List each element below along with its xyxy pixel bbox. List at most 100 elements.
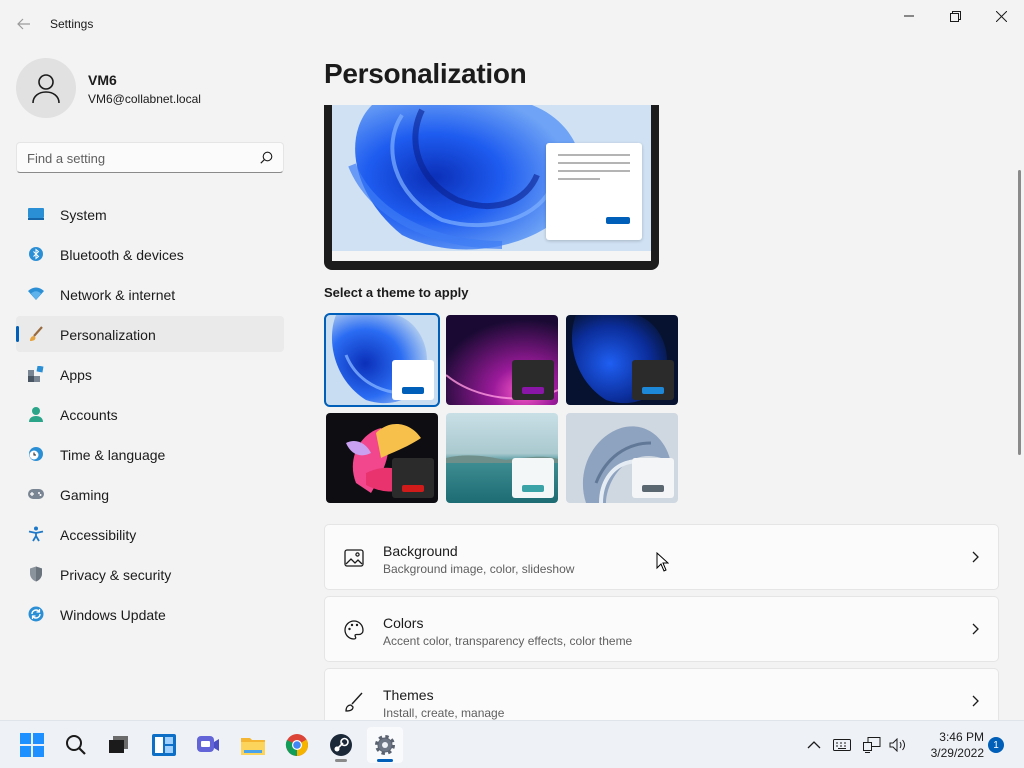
- theme-flow[interactable]: [566, 413, 678, 503]
- search-input[interactable]: Find a setting: [16, 142, 284, 173]
- user-name: VM6: [88, 72, 117, 88]
- theme-sunrise[interactable]: [446, 413, 558, 503]
- themes-label: Select a theme to apply: [324, 285, 469, 300]
- title-bar: Settings: [0, 0, 1024, 48]
- steam-button[interactable]: [323, 727, 359, 763]
- chrome-button[interactable]: [279, 727, 315, 763]
- show-hidden-icons-button[interactable]: [804, 735, 824, 755]
- steam-icon: [330, 734, 352, 756]
- sidebar-item-label: System: [60, 207, 107, 223]
- sidebar-item-label: Time & language: [60, 447, 166, 463]
- card-subtitle: Background image, color, slideshow: [383, 562, 575, 576]
- sidebar-item-label: Apps: [60, 367, 92, 383]
- chrome-icon: [285, 734, 308, 756]
- running-indicator: [335, 759, 347, 762]
- ethernet-icon: [863, 737, 881, 753]
- sidebar-item-label: Privacy & security: [60, 567, 172, 583]
- clock-date: 3/29/2022: [930, 746, 984, 760]
- user-email: VM6@collabnet.local: [88, 92, 201, 106]
- theme-captured-motion[interactable]: [326, 413, 438, 503]
- taskbar-search-button[interactable]: [58, 727, 94, 763]
- update-icon: [28, 606, 44, 622]
- shield-icon: [28, 566, 44, 582]
- themes-card[interactable]: Themes Install, create, manage: [324, 668, 999, 720]
- chat-button[interactable]: [190, 727, 226, 763]
- preview-taskbar: [332, 251, 651, 261]
- card-title: Colors: [383, 615, 424, 631]
- keyboard-icon: [833, 739, 851, 751]
- restore-icon: [949, 10, 961, 22]
- sidebar-item-network[interactable]: Network & internet: [16, 276, 284, 312]
- accounts-icon: [28, 406, 44, 422]
- sidebar-item-label: Network & internet: [60, 287, 176, 303]
- sidebar-item-apps[interactable]: Apps: [16, 356, 284, 392]
- search-placeholder: Find a setting: [27, 151, 106, 166]
- image-icon: [344, 549, 364, 567]
- notification-badge[interactable]: 1: [988, 737, 1004, 753]
- avatar: [16, 58, 76, 118]
- keyboard-button[interactable]: [832, 735, 852, 755]
- sidebar-item-accessibility[interactable]: Accessibility: [16, 516, 284, 552]
- sidebar-item-privacy[interactable]: Privacy & security: [16, 556, 284, 592]
- sidebar-item-label: Accounts: [60, 407, 118, 423]
- colors-card[interactable]: Colors Accent color, transparency effect…: [324, 596, 999, 662]
- network-status-button[interactable]: [862, 735, 882, 755]
- clock-globe-icon: [28, 446, 44, 462]
- back-arrow-icon: [17, 18, 30, 30]
- search-icon: [260, 151, 273, 164]
- sidebar-item-accounts[interactable]: Accounts: [16, 396, 284, 432]
- running-indicator: [377, 759, 393, 762]
- bluetooth-icon: [28, 246, 44, 262]
- scrollbar[interactable]: [1018, 170, 1021, 455]
- windows-logo-icon: [20, 733, 44, 757]
- theme-glow[interactable]: [446, 315, 558, 405]
- sidebar-item-label: Bluetooth & devices: [60, 247, 184, 263]
- sidebar-nav: System Bluetooth & devices Network & int…: [16, 196, 284, 636]
- sidebar-item-personalization[interactable]: Personalization: [16, 316, 284, 352]
- task-view-button[interactable]: [101, 727, 137, 763]
- file-explorer-button[interactable]: [235, 727, 271, 763]
- gear-icon: [375, 735, 395, 755]
- apps-icon: [28, 366, 44, 382]
- minimize-icon: [904, 15, 914, 17]
- sidebar-item-time-language[interactable]: Time & language: [16, 436, 284, 472]
- clock-time: 3:46 PM: [939, 730, 984, 744]
- theme-preview: [324, 105, 659, 270]
- settings-taskbar-button[interactable]: [367, 727, 403, 763]
- widgets-button[interactable]: [146, 727, 182, 763]
- close-button[interactable]: [978, 0, 1024, 32]
- search-icon: [66, 735, 86, 755]
- card-subtitle: Accent color, transparency effects, colo…: [383, 634, 633, 648]
- sidebar-item-label: Accessibility: [60, 527, 137, 543]
- sidebar-item-bluetooth[interactable]: Bluetooth & devices: [16, 236, 284, 272]
- app-title: Settings: [50, 17, 94, 31]
- page-title: Personalization: [324, 58, 527, 89]
- chevron-right-icon: [972, 551, 979, 563]
- teams-chat-icon: [197, 736, 219, 752]
- sidebar-item-label: Windows Update: [60, 607, 166, 623]
- taskbar: 3:46 PM 3/29/2022 1: [0, 720, 1024, 768]
- theme-windows-dark[interactable]: [566, 315, 678, 405]
- sidebar-item-windows-update[interactable]: Windows Update: [16, 596, 284, 632]
- clock[interactable]: 3:46 PM 3/29/2022: [912, 729, 984, 761]
- chevron-right-icon: [972, 623, 979, 635]
- sidebar-item-label: Gaming: [60, 487, 110, 503]
- start-button[interactable]: [14, 727, 50, 763]
- back-button[interactable]: [10, 10, 38, 38]
- sidebar-item-system[interactable]: System: [16, 196, 284, 232]
- sidebar-item-label: Personalization: [60, 327, 156, 343]
- chevron-right-icon: [972, 695, 979, 707]
- mouse-cursor-icon: [656, 552, 669, 572]
- theme-windows-light[interactable]: [324, 313, 440, 407]
- sidebar-item-gaming[interactable]: Gaming: [16, 476, 284, 512]
- minimize-button[interactable]: [886, 0, 932, 32]
- preview-window: [546, 143, 642, 240]
- gamepad-icon: [28, 486, 44, 502]
- palette-icon: [344, 620, 364, 640]
- card-title: Themes: [383, 687, 434, 703]
- volume-button[interactable]: [888, 735, 908, 755]
- chevron-up-icon: [807, 741, 821, 749]
- restore-button[interactable]: [932, 0, 978, 32]
- close-icon: [995, 10, 1007, 22]
- brush-icon: [28, 326, 44, 342]
